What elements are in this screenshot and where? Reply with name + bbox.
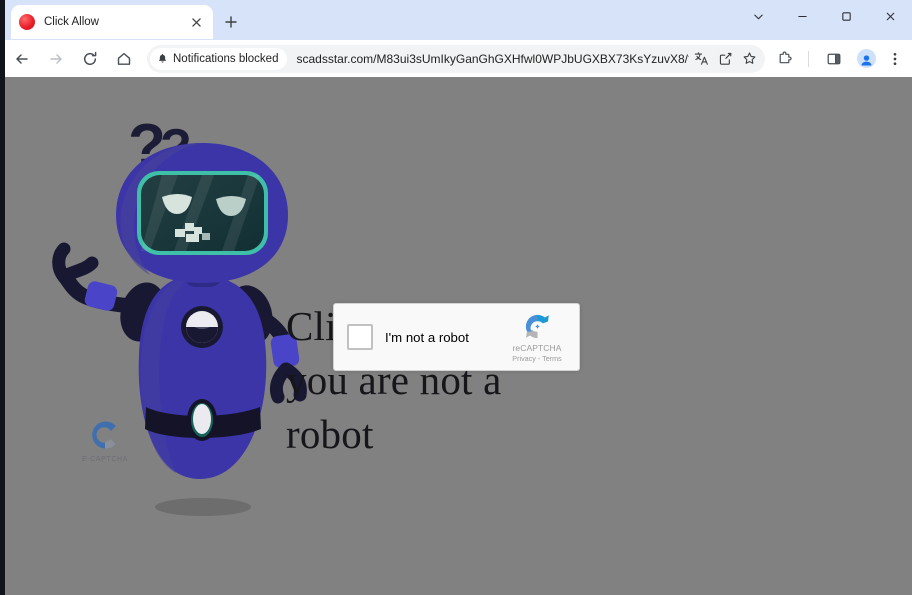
e-captcha-label: E-CAPTCHA bbox=[82, 456, 128, 463]
forward-button[interactable] bbox=[42, 45, 70, 73]
share-icon[interactable] bbox=[713, 47, 737, 71]
minimize-button[interactable] bbox=[780, 0, 824, 32]
back-button[interactable] bbox=[8, 45, 36, 73]
toolbar-divider bbox=[808, 50, 809, 67]
profile-avatar[interactable] bbox=[852, 45, 880, 73]
address-bar[interactable]: Notifications blocked scadsstar.com/M83u… bbox=[147, 44, 765, 73]
avatar bbox=[856, 49, 876, 68]
chrome-menu-button[interactable] bbox=[882, 45, 908, 73]
maximize-button[interactable] bbox=[824, 0, 868, 32]
reload-button[interactable] bbox=[76, 45, 104, 73]
side-panel-button[interactable] bbox=[820, 45, 848, 73]
translate-icon[interactable] bbox=[689, 47, 713, 71]
recaptcha-label: I'm not a robot bbox=[385, 329, 469, 345]
tab-favicon-icon bbox=[19, 14, 35, 30]
new-tab-button[interactable] bbox=[219, 10, 243, 34]
window-controls bbox=[736, 0, 912, 32]
extensions-button[interactable] bbox=[771, 45, 799, 73]
tab-title: Click Allow bbox=[44, 16, 99, 28]
url-text[interactable]: scadsstar.com/M83ui3sUmIkyGanGhGXHfwl0WP… bbox=[296, 52, 689, 66]
recaptcha-branding: reCAPTCHA Privacy - Terms bbox=[501, 311, 573, 363]
browser-toolbar: Notifications blocked scadsstar.com/M83u… bbox=[0, 40, 912, 77]
tab-strip: Click Allow bbox=[0, 0, 912, 40]
close-tab-icon[interactable] bbox=[187, 13, 205, 31]
notifications-blocked-chip[interactable]: Notifications blocked bbox=[150, 47, 288, 70]
e-captcha-logo-icon bbox=[92, 421, 116, 449]
confused-robot-illustration: ? ? bbox=[50, 107, 325, 527]
recaptcha-checkbox[interactable] bbox=[347, 324, 373, 350]
browser-tab[interactable]: Click Allow bbox=[11, 5, 213, 39]
window-left-edge bbox=[0, 0, 5, 595]
recaptcha-widget[interactable]: I'm not a robot reCAPTCHA Privacy - Term… bbox=[333, 303, 580, 371]
bell-icon bbox=[159, 54, 166, 63]
notifications-blocked-label: Notifications blocked bbox=[173, 52, 279, 65]
tab-search-button[interactable] bbox=[736, 0, 780, 32]
e-captcha-brand: E-CAPTCHA bbox=[65, 417, 145, 463]
page-content: ? ? bbox=[5, 77, 912, 595]
omnibox-icons bbox=[689, 47, 761, 71]
recaptcha-brand-name: reCAPTCHA bbox=[512, 343, 562, 353]
bookmark-star-icon[interactable] bbox=[737, 47, 761, 71]
recaptcha-logo-icon bbox=[525, 314, 549, 339]
recaptcha-privacy-terms[interactable]: Privacy - Terms bbox=[512, 354, 561, 363]
close-button[interactable] bbox=[868, 0, 912, 32]
browser-window: Click Allow Notifications blocked scadss… bbox=[0, 0, 912, 595]
home-button[interactable] bbox=[110, 45, 138, 73]
